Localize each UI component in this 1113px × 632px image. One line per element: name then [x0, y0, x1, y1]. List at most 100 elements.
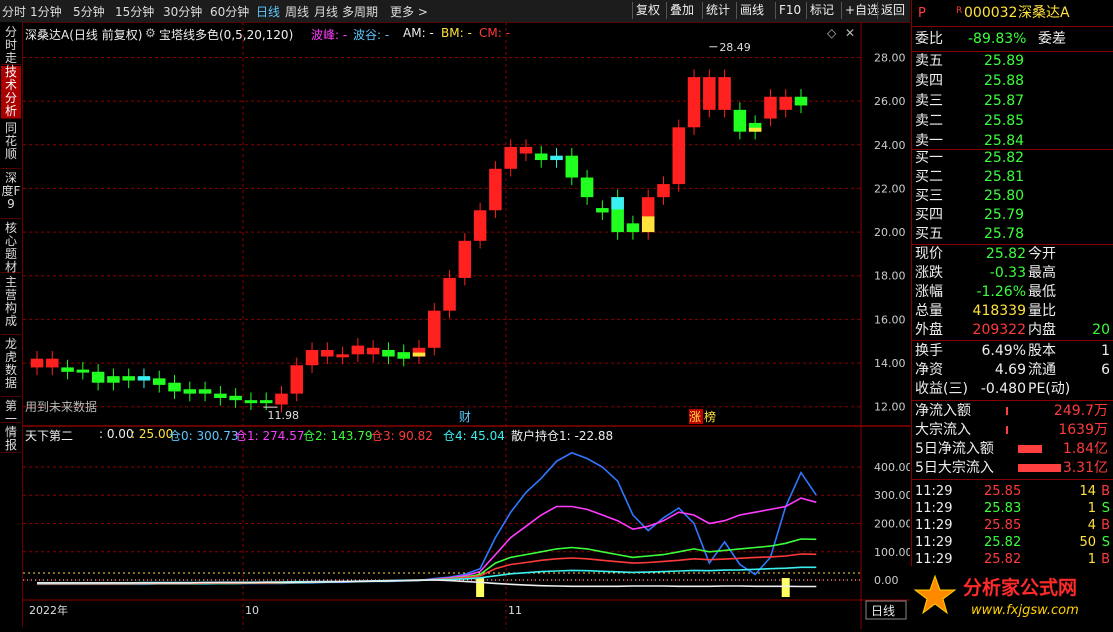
period-tab[interactable]: 5分钟 [73, 3, 105, 20]
candle-body[interactable] [366, 347, 380, 355]
period-box-label[interactable]: 日线 [871, 604, 895, 618]
candle-body[interactable] [550, 155, 563, 161]
side-tab[interactable]: 主营构成 [1, 276, 21, 335]
candle-body[interactable] [275, 393, 288, 405]
side-tab[interactable]: 核心题材 [1, 222, 21, 274]
flow-value: 1639万 [1058, 422, 1108, 438]
candle-body[interactable] [198, 389, 212, 394]
candle-body[interactable] [580, 177, 594, 198]
candle-body[interactable] [733, 109, 747, 132]
toolbar-button[interactable]: +自选 [841, 2, 882, 19]
candle-body[interactable] [794, 96, 808, 106]
signal-bar [781, 578, 790, 597]
toolbar-button[interactable]: 返回 [877, 2, 908, 19]
period-tab[interactable]: 日线 [256, 3, 280, 20]
candle-body[interactable] [61, 367, 74, 372]
candle-body[interactable] [290, 365, 304, 394]
period-tab[interactable]: 更多 > [390, 3, 428, 20]
side-tab[interactable]: 分时走势 [1, 26, 21, 78]
candle-body[interactable] [687, 77, 701, 128]
candle-body[interactable] [382, 349, 395, 357]
toolbar-button[interactable]: 标记 [806, 2, 837, 19]
period-tab[interactable]: 1分钟 [30, 3, 62, 20]
candle-body[interactable] [259, 400, 273, 404]
period-tab[interactable]: 60分钟 [210, 3, 249, 20]
candle-body[interactable] [764, 96, 777, 119]
candle-body[interactable] [351, 345, 365, 355]
toolbar-button[interactable]: 复权 [632, 2, 663, 19]
candle-body[interactable] [244, 400, 258, 404]
candle-body[interactable] [321, 349, 334, 357]
limit-up-marker[interactable]: 涨 [689, 409, 701, 424]
side-tab[interactable]: 龙虎数据 [1, 338, 21, 397]
period-tab[interactable]: 周线 [285, 3, 309, 20]
candle-body[interactable] [214, 393, 227, 398]
candle-body[interactable] [534, 153, 548, 161]
candle-body[interactable] [703, 77, 716, 110]
chart-area[interactable]: 12.00 14.00 16.00 18.00 20.00 22.00 24.00 26.00… [23, 22, 913, 629]
side-tab[interactable]: 同花顺 [1, 122, 21, 169]
period-tab[interactable]: 多周期 [342, 3, 378, 20]
period-tab[interactable]: 15分钟 [115, 3, 154, 20]
candle-body[interactable] [137, 376, 151, 381]
candle-body[interactable] [46, 358, 59, 368]
side-tab[interactable]: 技术分析 [1, 66, 21, 119]
candle-body[interactable] [428, 310, 441, 348]
lower-legend-value: : 0.00 [99, 427, 134, 441]
quote-label: 涨跌 [915, 265, 943, 281]
rank-list-marker[interactable]: 榜 [704, 409, 716, 424]
candle-body[interactable] [504, 146, 517, 169]
period-tab[interactable]: 分时 [2, 3, 26, 20]
candle-body[interactable] [519, 146, 533, 154]
candle-body[interactable] [779, 96, 792, 110]
toolbar-button[interactable]: 画线 [736, 2, 767, 19]
kline-chart[interactable]: 12.00 14.00 16.00 18.00 20.00 22.00 24.00 26.00… [23, 22, 913, 629]
period-tab[interactable]: 30分钟 [163, 3, 202, 20]
candle-body[interactable] [565, 155, 579, 178]
candle-body[interactable] [626, 223, 640, 233]
candle-body[interactable] [107, 376, 120, 383]
time-axis-label: 2022年 [29, 603, 68, 617]
candle-body[interactable] [672, 127, 686, 185]
toolbar-button[interactable]: 统计 [702, 2, 733, 19]
side-tab[interactable]: 深度F9 [1, 172, 21, 219]
lower-indicator-name[interactable]: 天下第二 [25, 427, 73, 444]
info-row: 卖二 25.85 [914, 112, 1110, 131]
candle-body[interactable] [122, 376, 135, 381]
toolbar-button[interactable]: F10 [775, 2, 804, 19]
quote-panel: P R 000032 深桑达A 委比 -89.83% 委差 卖五 25.89 卖四 25.88 卖三 2… [911, 0, 1113, 629]
toolbar-button[interactable]: 叠加 [666, 2, 697, 19]
chart-title: 深桑达A(日线 前复权) [25, 28, 143, 42]
indicator-name[interactable]: 宝塔线多色(0,5,20,120) [159, 26, 293, 43]
period-tab[interactable]: 月线 [314, 3, 338, 20]
candle-body[interactable] [183, 389, 197, 394]
finance-marker[interactable]: 财 [459, 410, 471, 424]
candle-body[interactable] [305, 349, 319, 366]
candle-body[interactable] [443, 277, 456, 311]
close-icon[interactable]: ✕ [845, 26, 855, 40]
info-row: 买二 25.81 [914, 168, 1110, 187]
candle-body[interactable] [458, 240, 472, 278]
separator [912, 400, 1113, 401]
candle-body[interactable] [473, 210, 487, 241]
candle-body[interactable] [596, 208, 609, 213]
candle-body[interactable] [397, 352, 410, 359]
diamond-icon[interactable]: ◇ [827, 26, 836, 40]
stat-label: 收益(三) [915, 381, 968, 397]
candle-body[interactable] [229, 395, 242, 401]
candle-body[interactable] [91, 371, 105, 383]
candle-body[interactable] [168, 382, 181, 392]
bid-level-label: 买四 [915, 207, 943, 223]
candle-body[interactable] [657, 184, 670, 198]
candle-body[interactable] [336, 354, 349, 358]
separator [912, 479, 1113, 480]
candle-body[interactable] [30, 358, 44, 368]
candle-body[interactable] [76, 369, 90, 373]
candle-body[interactable] [718, 77, 731, 110]
candle-body[interactable] [152, 378, 166, 385]
candle-body[interactable] [489, 168, 502, 211]
settings-icon[interactable]: ⚙ [145, 26, 156, 40]
stat-label: 流通 [1028, 362, 1056, 378]
side-tab[interactable]: 第一 [1, 400, 21, 426]
side-tab[interactable]: 情报 [1, 426, 21, 453]
